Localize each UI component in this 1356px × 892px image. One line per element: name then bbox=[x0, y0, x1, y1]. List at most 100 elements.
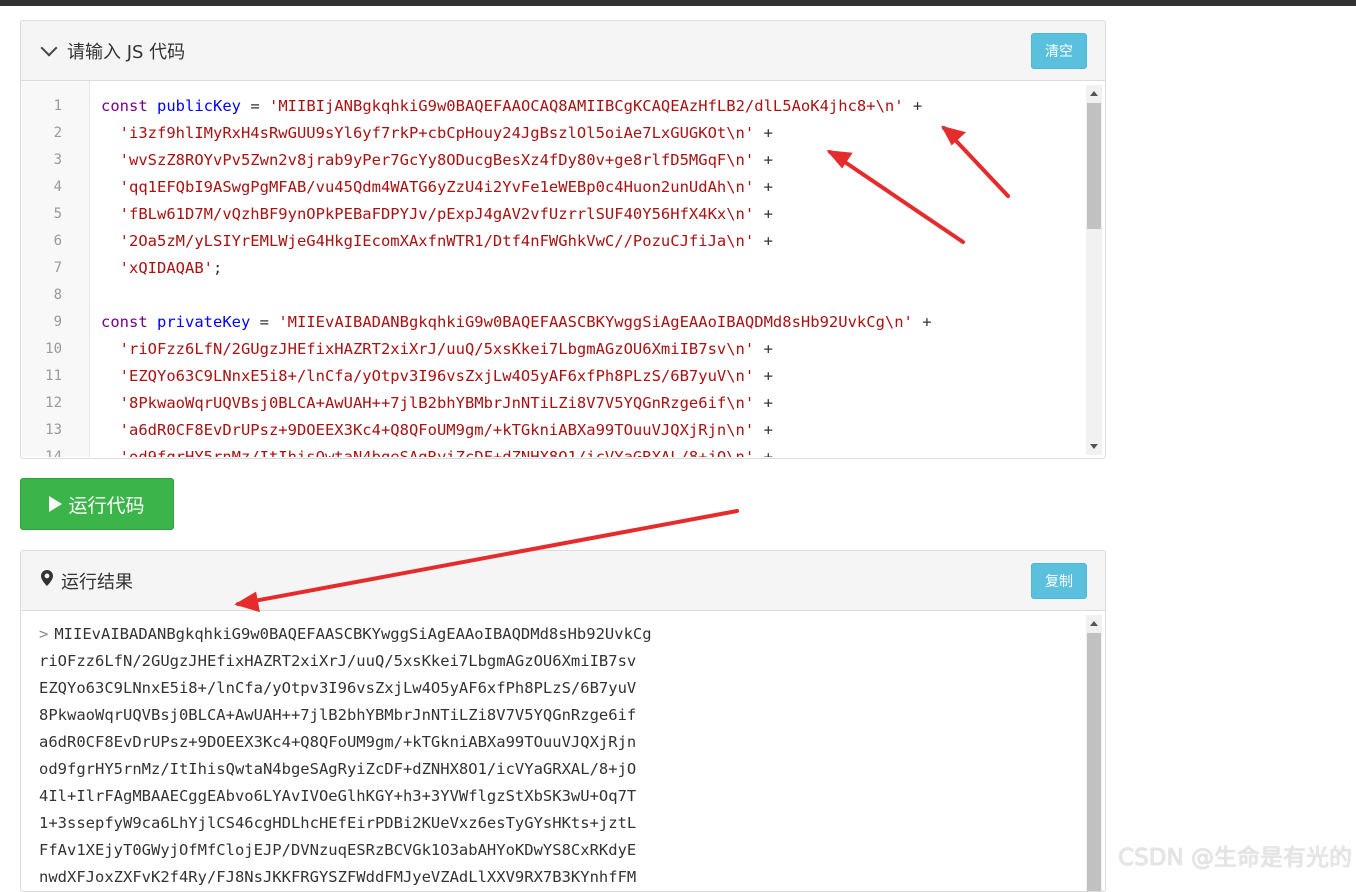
scroll-down-icon[interactable] bbox=[1090, 444, 1098, 449]
code-token: 'MIIEvAIBADANBgkqhkiG9w0BAQEFAASCBKYwggS… bbox=[278, 313, 913, 331]
line-number: 6 bbox=[53, 233, 62, 249]
code-text: const privateKey = 'MIIEvAIBADANBgkqhkiG… bbox=[101, 309, 932, 336]
editor-title-label: 请输入 JS 代码 bbox=[67, 41, 186, 63]
code-token: + bbox=[754, 394, 773, 412]
code-text: 'xQIDAQAB'; bbox=[101, 255, 223, 282]
code-token: '8PkwaoWqrUQVBsj0BLCA+AwUAH++7jlB2bhYBMb… bbox=[101, 394, 755, 412]
output-line: 1+3ssepfyW9ca6LhYjlCS46cgHDLhcHEfEirPDBi… bbox=[39, 810, 652, 837]
line-number: 13 bbox=[45, 422, 62, 438]
code-line[interactable]: 1 const publicKey = 'MIIBIjANBgkqhkiG9w0B… bbox=[21, 93, 1105, 120]
line-number: 9 bbox=[53, 314, 62, 330]
code-line[interactable]: 13 'a6dR0CF8EvDrUPsz+9DOEEX3Kc4+Q8QFoUM9… bbox=[21, 417, 1105, 444]
code-line[interactable]: 14 'od9fgrHY5rnMz/ItIhisQwtaN4bgeSAgRyiZ… bbox=[21, 444, 1105, 457]
code-token: 'i3zf9hlIMyRxH4sRwGUU9sYl6yf7rkP+cbCpHou… bbox=[101, 124, 755, 142]
code-token: + bbox=[754, 232, 773, 250]
output-text: 8PkwaoWqrUQVBsj0BLCA+AwUAH++7jlB2bhYBMbr… bbox=[39, 706, 637, 724]
top-bar bbox=[0, 0, 1356, 6]
result-title: 运行结果 bbox=[41, 568, 133, 594]
editor-scroll-thumb[interactable] bbox=[1087, 103, 1101, 229]
code-token: 'qq1EFQbI9ASwgPgMFAB/vu45Qdm4WATG6yZzU4i… bbox=[101, 178, 755, 196]
code-token: ; bbox=[212, 259, 223, 277]
output-text: od9fgrHY5rnMz/ItIhisQwtaN4bgeSAgRyiZcDF+… bbox=[39, 760, 637, 778]
code-token: + bbox=[754, 151, 773, 169]
code-token: + bbox=[754, 124, 773, 142]
editor-scrollbar[interactable] bbox=[1086, 85, 1102, 455]
output-line: 4Il+IlrFAgMBAAECggEAbvo6LYAvIVOeGlhKGY+h… bbox=[39, 783, 652, 810]
output-text: FfAv1XEjyT0GWyjOfMfClojEJP/DVNzuqESRzBCV… bbox=[39, 841, 637, 859]
copy-button[interactable]: 复制 bbox=[1031, 562, 1087, 599]
code-text: 'fBLw61D7M/vQzhBF9ynOPkPEBaFDPYJv/pExpJ4… bbox=[101, 201, 773, 228]
result-scroll-thumb[interactable] bbox=[1087, 633, 1101, 891]
result-header: 运行结果 复制 bbox=[21, 551, 1105, 611]
code-text: 'EZQYo63C9LNnxE5i8+/lnCfa/yOtpv3I96vsZxj… bbox=[101, 363, 773, 390]
output-line: riOFzz6LfN/2GUgzJHEfixHAZRT2xiXrJ/uuQ/5x… bbox=[39, 648, 652, 675]
code-token: = bbox=[241, 97, 269, 115]
chevron-down-icon[interactable] bbox=[40, 39, 58, 56]
result-title-label: 运行结果 bbox=[61, 571, 133, 593]
code-line[interactable]: 11 'EZQYo63C9LNnxE5i8+/lnCfa/yOtpv3I96vs… bbox=[21, 363, 1105, 390]
code-line[interactable]: 4 'qq1EFQbI9ASwgPgMFAB/vu45Qdm4WATG6yZzU… bbox=[21, 174, 1105, 201]
code-token: + bbox=[754, 205, 773, 223]
code-text: 'riOFzz6LfN/2GUgzJHEfixHAZRT2xiXrJ/uuQ/5… bbox=[101, 336, 773, 363]
output-line: > MIIEvAIBADANBgkqhkiG9w0BAQEFAASCBKYwggS… bbox=[39, 621, 652, 648]
run-code-label: 运行代码 bbox=[68, 494, 145, 517]
result-scrollbar[interactable] bbox=[1086, 615, 1102, 891]
code-line[interactable]: 8 bbox=[21, 282, 1105, 309]
line-number: 2 bbox=[53, 125, 62, 141]
output-text: 4Il+IlrFAgMBAAECggEAbvo6LYAvIVOeGlhKGY+h… bbox=[39, 787, 637, 805]
code-line[interactable]: 9 const privateKey = 'MIIEvAIBADANBgkqhki… bbox=[21, 309, 1105, 336]
code-line[interactable]: 2 'i3zf9hlIMyRxH4sRwGUU9sYl6yf7rkP+cbCpH… bbox=[21, 120, 1105, 147]
code-line[interactable]: 10 'riOFzz6LfN/2GUgzJHEfixHAZRT2xiXrJ/uu… bbox=[21, 336, 1105, 363]
code-text: '2Oa5zM/yLSIYrEMLWjeG4HkgIEcomXAxfnWTR1/… bbox=[101, 228, 773, 255]
code-token: 'riOFzz6LfN/2GUgzJHEfixHAZRT2xiXrJ/uuQ/5… bbox=[101, 340, 755, 358]
output-line: a6dR0CF8EvDrUPsz+9DOEEX3Kc4+Q8QFoUM9gm/+… bbox=[39, 729, 652, 756]
output-text: EZQYo63C9LNnxE5i8+/lnCfa/yOtpv3I96vsZxjL… bbox=[39, 679, 637, 697]
code-text: 'a6dR0CF8EvDrUPsz+9DOEEX3Kc4+Q8QFoUM9gm/… bbox=[101, 417, 773, 444]
line-number: 1 bbox=[53, 98, 62, 114]
code-line[interactable]: 7 'xQIDAQAB'; bbox=[21, 255, 1105, 282]
code-line[interactable]: 3 'wvSzZ8ROYvPv5Zwn2v8jrab9yPer7GcYy8ODu… bbox=[21, 147, 1105, 174]
clear-button[interactable]: 清空 bbox=[1031, 32, 1087, 69]
line-number: 7 bbox=[53, 260, 62, 276]
code-text: 'i3zf9hlIMyRxH4sRwGUU9sYl6yf7rkP+cbCpHou… bbox=[101, 120, 773, 147]
code-token: const bbox=[101, 313, 157, 331]
output-text: MIIEvAIBADANBgkqhkiG9w0BAQEFAASCBKYwggSi… bbox=[54, 625, 652, 643]
code-lines[interactable]: 1 const publicKey = 'MIIBIjANBgkqhkiG9w0B… bbox=[21, 93, 1105, 457]
code-token: 'a6dR0CF8EvDrUPsz+9DOEEX3Kc4+Q8QFoUM9gm/… bbox=[101, 421, 755, 439]
code-token: 'fBLw61D7M/vQzhBF9ynOPkPEBaFDPYJv/pExpJ4… bbox=[101, 205, 755, 223]
code-token: 'EZQYo63C9LNnxE5i8+/lnCfa/yOtpv3I96vsZxj… bbox=[101, 367, 755, 385]
result-output: > MIIEvAIBADANBgkqhkiG9w0BAQEFAASCBKYwggS… bbox=[21, 611, 1105, 891]
editor-header: 请输入 JS 代码 清空 bbox=[21, 21, 1105, 81]
code-token: '2Oa5zM/yLSIYrEMLWjeG4HkgIEcomXAxfnWTR1/… bbox=[101, 232, 755, 250]
code-editor-panel: 请输入 JS 代码 清空 1 const publicKey = 'MIIBIjA… bbox=[20, 20, 1106, 459]
code-token: + bbox=[754, 367, 773, 385]
code-token: + bbox=[903, 97, 923, 115]
code-line[interactable]: 12 '8PkwaoWqrUQVBsj0BLCA+AwUAH++7jlB2bhY… bbox=[21, 390, 1105, 417]
scroll-up-icon[interactable] bbox=[1090, 91, 1098, 96]
code-line[interactable]: 6 '2Oa5zM/yLSIYrEMLWjeG4HkgIEcomXAxfnWTR… bbox=[21, 228, 1105, 255]
code-token: 'MIIBIjANBgkqhkiG9w0BAQEFAAOCAQ8AMIIBCgK… bbox=[269, 97, 904, 115]
prompt-icon: > bbox=[39, 625, 49, 643]
output-lines: > MIIEvAIBADANBgkqhkiG9w0BAQEFAASCBKYwggS… bbox=[39, 621, 652, 891]
code-token: + bbox=[754, 178, 773, 196]
code-token: privateKey bbox=[157, 313, 251, 331]
code-token: + bbox=[754, 421, 773, 439]
code-token: 'od9fgrHY5rnMz/ItIhisQwtaN4bgeSAgRyiZcDF… bbox=[101, 448, 755, 457]
editor-title[interactable]: 请输入 JS 代码 bbox=[40, 38, 186, 64]
code-token: = bbox=[250, 313, 279, 331]
code-token: publicKey bbox=[157, 97, 241, 115]
output-line: FfAv1XEjyT0GWyjOfMfClojEJP/DVNzuqESRzBCV… bbox=[39, 837, 652, 864]
line-number: 14 bbox=[45, 449, 62, 457]
code-token: + bbox=[754, 340, 773, 358]
watermark: CSDN @生命是有光的 bbox=[1118, 845, 1352, 871]
code-text: 'qq1EFQbI9ASwgPgMFAB/vu45Qdm4WATG6yZzU4i… bbox=[101, 174, 773, 201]
code-token: + bbox=[912, 313, 932, 331]
output-text: riOFzz6LfN/2GUgzJHEfixHAZRT2xiXrJ/uuQ/5x… bbox=[39, 652, 637, 670]
code-editor[interactable]: 1 const publicKey = 'MIIBIjANBgkqhkiG9w0B… bbox=[21, 81, 1105, 457]
scroll-up-icon[interactable] bbox=[1090, 621, 1098, 626]
run-code-button[interactable]: 运行代码 bbox=[20, 478, 174, 530]
code-line[interactable]: 5 'fBLw61D7M/vQzhBF9ynOPkPEBaFDPYJv/pExp… bbox=[21, 201, 1105, 228]
code-text: const publicKey = 'MIIBIjANBgkqhkiG9w0BA… bbox=[101, 93, 922, 120]
output-text: nwdXFJoxZXFvK2f4Ry/FJ8NsJKKFRGYSZFWddFMJ… bbox=[39, 868, 637, 886]
map-marker-icon bbox=[41, 570, 53, 591]
